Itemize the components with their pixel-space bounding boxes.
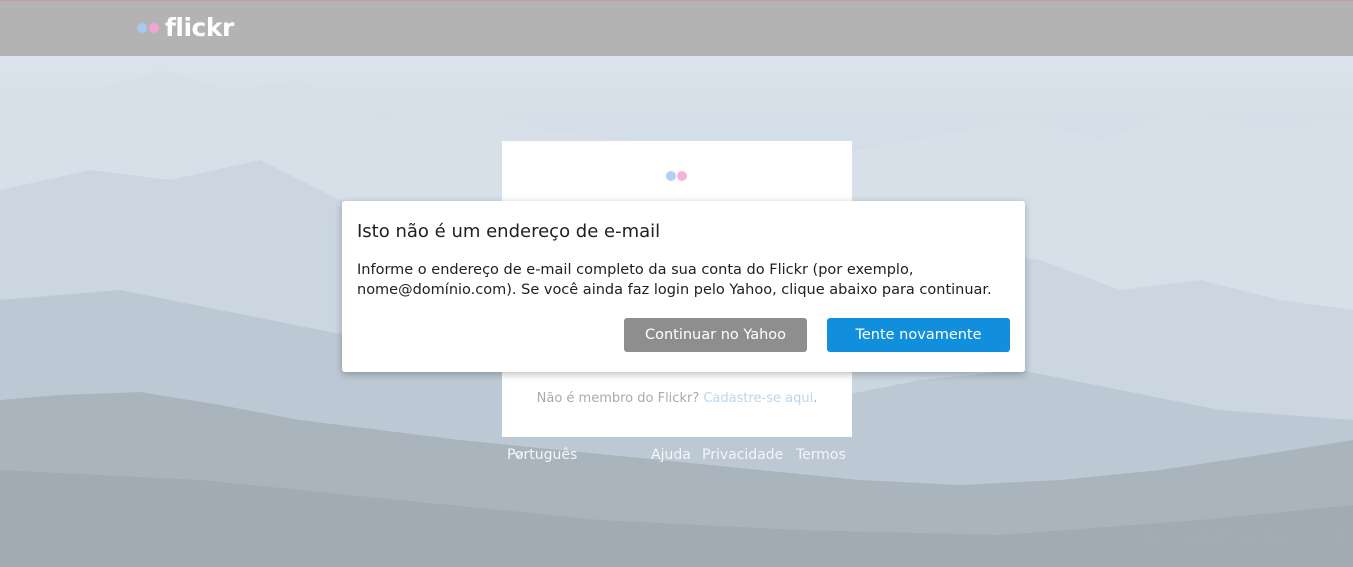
continue-yahoo-button[interactable]: Continuar no Yahoo (624, 318, 807, 352)
top-header: flickr (0, 0, 1353, 56)
card-dot-pink (677, 171, 687, 181)
signup-prompt: Não é membro do Flickr? Cadastre-se aqui… (502, 391, 852, 406)
try-again-button[interactable]: Tente novamente (827, 318, 1010, 352)
footer-link-terms[interactable]: Termos (796, 447, 846, 463)
flickr-dots-icon (137, 22, 147, 33)
dialog-message: Informe o endereço de e-mail completo da… (357, 262, 992, 298)
signup-link[interactable]: Cadastre-se aqui (703, 391, 813, 406)
signup-prompt-text: Não é membro do Flickr? (536, 391, 700, 406)
footer-link-privacy[interactable]: Privacidade (702, 447, 783, 463)
signup-suffix: . (813, 391, 818, 406)
flickr-dot-pink (149, 22, 159, 33)
flickr-logo[interactable]: flickr (137, 13, 234, 42)
error-dialog: Isto não é um endereço de e-mail Informe… (342, 201, 1025, 372)
footer-link-help[interactable]: Ajuda (651, 447, 691, 463)
logo-text: flickr (165, 13, 234, 42)
photo-credit[interactable]: 033120190455 por Henry , CC BY (1145, 530, 1347, 544)
dialog-title: Isto não é um endereço de e-mail (357, 221, 661, 242)
language-selector[interactable]: Português (507, 447, 577, 463)
flickr-dots-icon (666, 171, 687, 181)
card-dot-blue (666, 171, 676, 181)
